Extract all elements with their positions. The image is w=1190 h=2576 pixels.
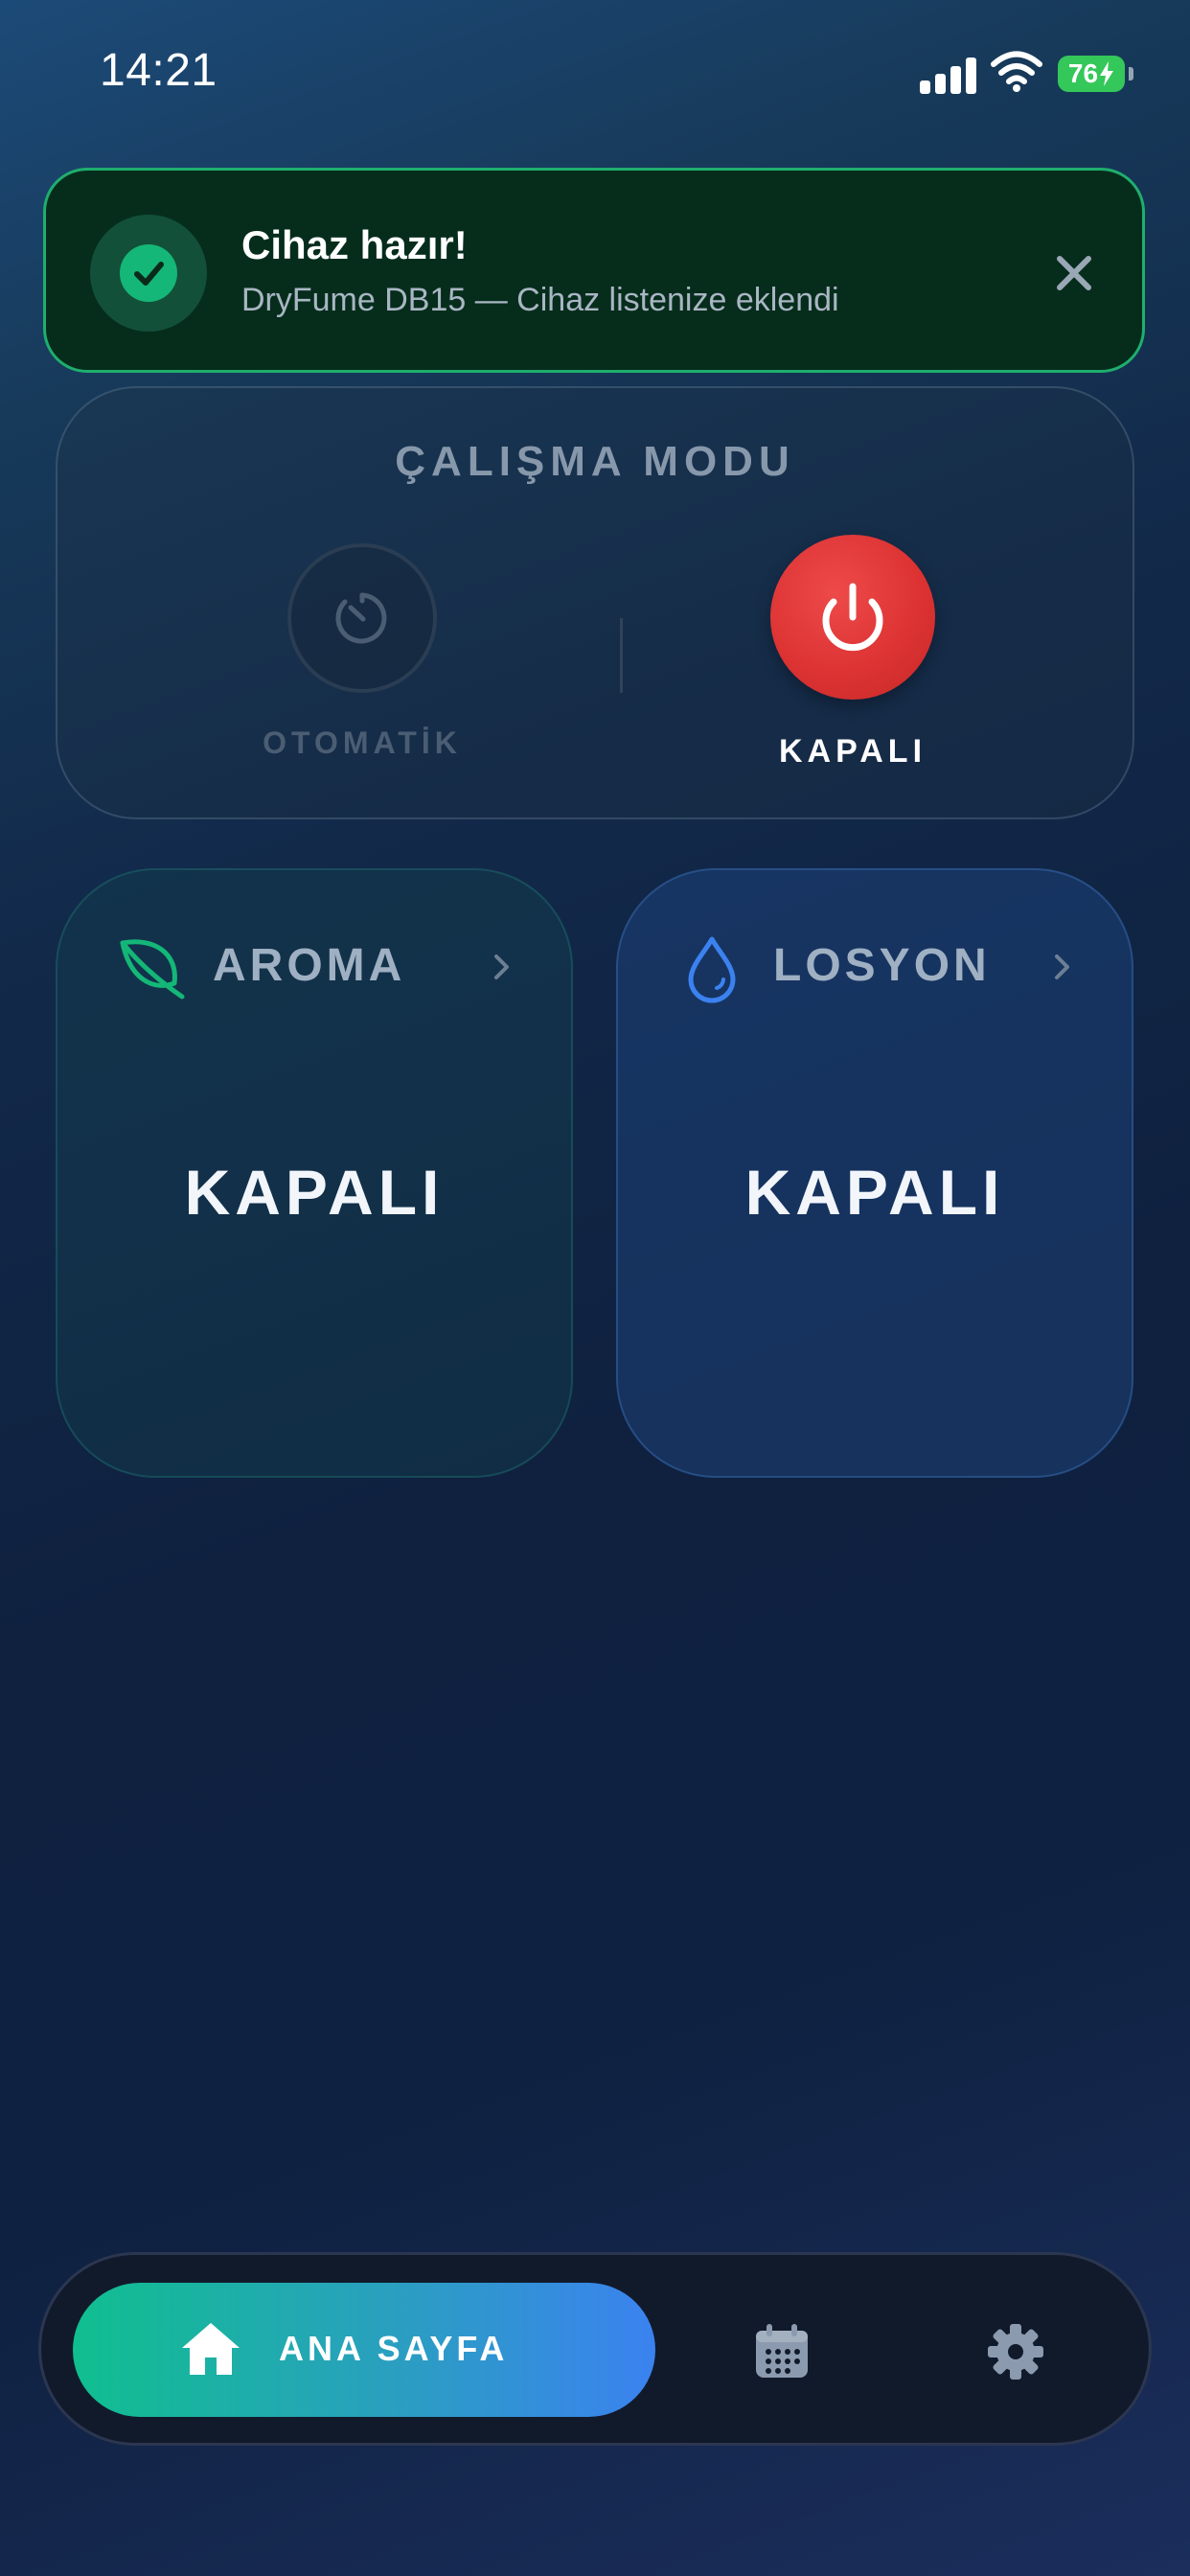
losyon-title: LOSYON xyxy=(773,940,991,991)
power-off-button[interactable] xyxy=(770,535,935,700)
wifi-icon xyxy=(991,51,1042,92)
aroma-title: AROMA xyxy=(213,940,406,991)
losyon-card[interactable]: LOSYON KAPALI xyxy=(616,868,1133,1478)
toast-title: Cihaz hazır! xyxy=(241,222,468,267)
water-drop-icon xyxy=(688,936,736,1003)
auto-mode-label: OTOMATİK xyxy=(263,725,462,760)
status-time: 14:21 xyxy=(100,45,217,96)
leaf-icon xyxy=(120,939,185,1000)
bottom-nav: ANA SAYFA xyxy=(38,2252,1152,2446)
mode-title: ÇALIŞMA MODU xyxy=(395,438,795,485)
gear-icon[interactable] xyxy=(986,2322,1045,2381)
mode-divider xyxy=(620,618,623,693)
power-icon xyxy=(822,583,883,652)
off-mode-label: KAPALI xyxy=(778,733,927,770)
chevron-right-icon xyxy=(494,954,509,979)
charging-bolt-icon xyxy=(1100,61,1114,86)
battery-tip xyxy=(1129,67,1133,80)
chevron-right-icon xyxy=(1055,954,1069,979)
working-mode-card: ÇALIŞMA MODU OTOMATİK KAPALI xyxy=(56,386,1134,819)
calendar-icon[interactable] xyxy=(752,2322,812,2381)
home-icon xyxy=(182,2323,240,2375)
timer-icon xyxy=(335,592,387,644)
aroma-state: KAPALI xyxy=(184,1157,445,1228)
toast-message: DryFume DB15 — Cihaz listenize eklendi xyxy=(241,282,839,318)
nav-home-button[interactable]: ANA SAYFA xyxy=(73,2283,655,2417)
auto-mode-button[interactable] xyxy=(287,543,437,693)
losyon-state: KAPALI xyxy=(744,1157,1005,1228)
aroma-card[interactable]: AROMA KAPALI xyxy=(56,868,573,1478)
close-icon[interactable] xyxy=(1039,238,1110,309)
battery-indicator: 76 xyxy=(1058,56,1125,92)
nav-home-label: ANA SAYFA xyxy=(279,2329,509,2368)
check-circle-icon xyxy=(120,244,177,302)
battery-level: 76 xyxy=(1067,58,1099,88)
toast-icon-container xyxy=(90,215,207,332)
device-ready-toast: Cihaz hazır! DryFume DB15 — Cihaz listen… xyxy=(43,168,1145,373)
cellular-signal-icon xyxy=(920,56,977,94)
